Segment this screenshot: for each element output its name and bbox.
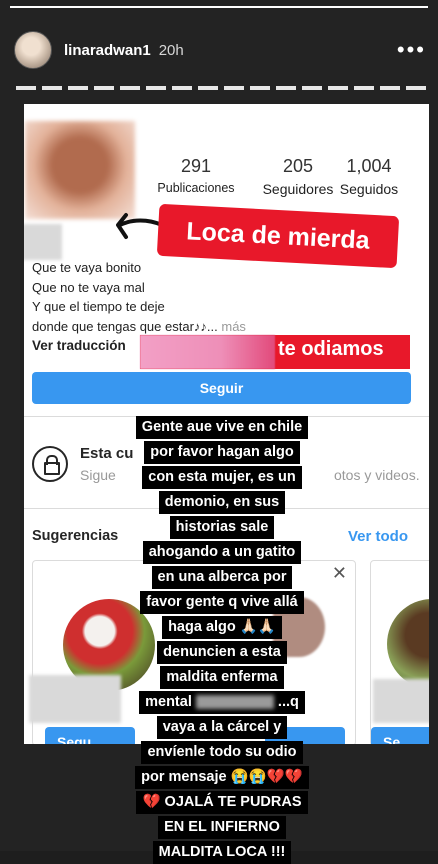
- stat-following-label: Seguidos: [339, 181, 399, 197]
- close-icon[interactable]: ✕: [332, 563, 347, 584]
- caption-line: MALDITA LOCA !!!: [152, 841, 292, 864]
- hate-text: te odiamos: [278, 338, 384, 360]
- blurred-name: [24, 224, 62, 260]
- caption-mental-before: mental: [145, 694, 192, 710]
- stat-posts: 291 Publicaciones: [142, 156, 250, 195]
- caption-line: denuncien a esta: [157, 641, 287, 664]
- suggestion-photo: [387, 599, 429, 689]
- more-options-icon[interactable]: •••: [397, 39, 426, 61]
- translate-link[interactable]: Ver traducción: [32, 338, 126, 353]
- blurred-suggestion-name: [373, 679, 429, 723]
- private-account-subtitle-end: otos y videos.: [334, 467, 420, 483]
- caption-line: demonio, en sus: [158, 491, 286, 514]
- story-progress-fill: [10, 6, 428, 8]
- caption-line: favor gente q vive allá: [140, 591, 304, 614]
- caption-line: con esta mujer, es un: [142, 466, 302, 489]
- suggestion-card[interactable]: Se: [370, 560, 429, 744]
- story-caption: Gente aue vive en chile por favor hagan …: [121, 416, 323, 864]
- private-account-subtitle-start: Sigue: [80, 467, 116, 483]
- bio-line-last: donde que tengas que estar♪♪... más: [32, 317, 372, 337]
- bio-last-text: donde que tengas que estar♪♪...: [32, 318, 218, 334]
- caption-line: envíenle todo su odio: [141, 741, 303, 764]
- caption-line: historias sale: [169, 516, 275, 539]
- caption-line: Gente aue vive en chile: [135, 416, 309, 439]
- bio-line: Que no te vaya mal: [32, 279, 145, 295]
- caption-mental-after: ...q: [277, 694, 299, 710]
- story-time: 20h: [158, 41, 184, 59]
- bio-more-link[interactable]: más: [221, 319, 246, 334]
- lock-icon: [32, 446, 68, 482]
- caption-line: vaya a la cárcel y: [156, 716, 288, 739]
- caption-line: haga algo 🙏🏻🙏🏻: [162, 616, 282, 639]
- insult-text: Loca de mierda: [185, 216, 371, 255]
- caption-line: EN EL INFIERNO: [158, 816, 286, 839]
- suggestions-title: Sugerencias: [32, 528, 119, 544]
- suggestion-follow-button[interactable]: Se: [371, 727, 429, 744]
- cropped-header-edge: [16, 86, 426, 90]
- hate-sticker: te odiamos: [140, 335, 410, 369]
- blurred-name: [195, 695, 274, 710]
- avatar[interactable]: [14, 31, 52, 69]
- caption-line: 💔 OJALÁ TE PUDRAS: [136, 791, 308, 814]
- stat-posts-label: Publicaciones: [157, 181, 235, 195]
- follow-button[interactable]: Seguir: [32, 372, 411, 404]
- caption-line: por mensaje 😭😭💔💔: [135, 766, 309, 789]
- stat-posts-value: 291: [180, 156, 212, 176]
- stat-following-value: 1,004: [346, 156, 392, 176]
- blurred-profile-picture: [25, 121, 135, 219]
- story-header: linaradwan1 20h •••: [14, 30, 426, 70]
- caption-line: ahogando a un gatito: [142, 541, 302, 564]
- profile-bio: Que te vaya bonito Que no te vaya mal Y …: [32, 258, 372, 336]
- story-progress-bar: [10, 6, 428, 8]
- caption-line-mental: mental ...q: [139, 691, 305, 714]
- blurred-name: [140, 335, 275, 369]
- caption-line: en una alberca por: [151, 566, 293, 589]
- lock-body: [44, 462, 60, 475]
- caption-line: maldita enferma: [160, 666, 284, 689]
- story-username[interactable]: linaradwan1: [64, 42, 151, 59]
- stat-following[interactable]: 1,004 Seguidos: [329, 156, 409, 197]
- bio-line: Y que el tiempo te deje: [32, 299, 165, 314]
- see-all-link[interactable]: Ver todo: [348, 528, 408, 545]
- blurred-suggestion-name: [29, 675, 121, 723]
- caption-line: por favor hagan algo: [144, 441, 300, 464]
